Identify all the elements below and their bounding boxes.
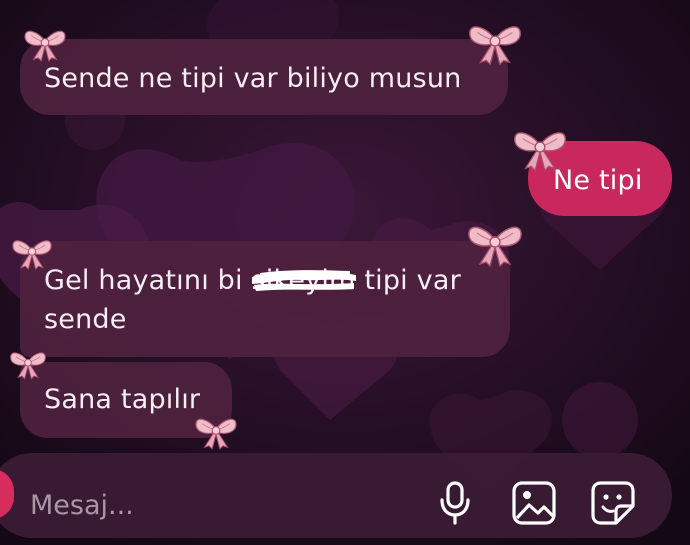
message-text: Sende ne tipi var biliyo musun xyxy=(44,63,462,94)
message-line: Gel hayatını bi sikeyim tipi var xyxy=(44,261,510,300)
incoming-message[interactable]: Gel hayatını bi sikeyim tipi var sende xyxy=(20,241,510,357)
pink-bow-icon xyxy=(465,220,525,268)
pink-bow-icon xyxy=(8,348,48,380)
message-text: Sana tapılır xyxy=(44,384,201,415)
pink-bow-icon xyxy=(511,126,569,172)
microphone-icon[interactable] xyxy=(437,480,473,526)
sticker-icon[interactable] xyxy=(590,480,636,526)
pink-bow-icon xyxy=(193,414,239,450)
message-text: Gel hayatını bi xyxy=(44,265,252,296)
incoming-message[interactable]: Sende ne tipi var biliyo musun xyxy=(20,39,508,115)
redacted-word: sikeyim xyxy=(251,265,356,296)
pink-bow-icon xyxy=(10,235,54,271)
gallery-icon[interactable] xyxy=(511,480,557,526)
message-input[interactable] xyxy=(28,484,412,526)
message-text: tipi var xyxy=(355,265,461,296)
message-line: sende xyxy=(44,304,127,335)
redaction-scribble xyxy=(251,270,356,291)
pink-bow-icon xyxy=(22,26,68,62)
pink-bow-icon xyxy=(466,20,524,66)
